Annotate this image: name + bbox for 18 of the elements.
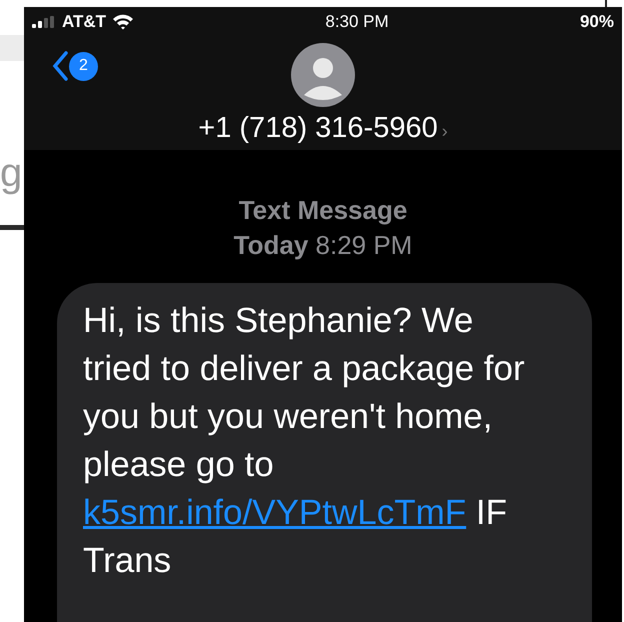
back-button[interactable]: 2: [52, 51, 98, 81]
unread-badge: 2: [69, 52, 98, 80]
message-text: Hi, is this Stephanie? We tried to deliver a package for you but you weren't home, please go to k5smr.info/VYPtwLcTmF IF Trans: [83, 300, 526, 582]
back-chevron-icon: [52, 51, 68, 81]
battery-text: 90%: [580, 11, 614, 34]
page-text-fragment: g: [0, 151, 24, 195]
timestamp: Today 8:29 PM: [234, 229, 412, 262]
contact-number: +1 (718) 316-5960: [198, 111, 438, 146]
message-link[interactable]: k5smr.info/VYPtwLcTmF: [83, 493, 466, 532]
wifi-icon: [112, 14, 134, 30]
contact-button[interactable]: +1 (718) 316-5960›: [198, 109, 448, 150]
avatar-icon: [291, 43, 355, 107]
chevron-icon: ›: [442, 112, 448, 150]
service-label: Text Message: [238, 194, 408, 227]
page-bar: [0, 35, 24, 61]
signal-icon: [32, 16, 56, 28]
status-time: 8:30 PM: [325, 11, 389, 34]
carrier-text: AT&T: [62, 11, 106, 34]
